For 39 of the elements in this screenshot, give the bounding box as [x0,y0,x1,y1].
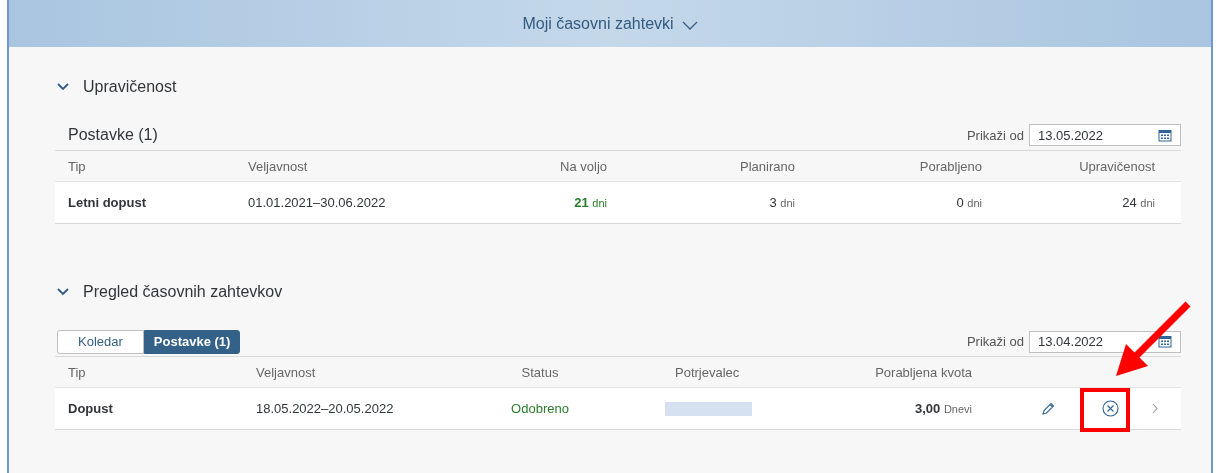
table-cell: 3 dni [769,195,795,210]
segment-tab[interactable]: Koledar [57,329,144,354]
section-title: Pregled časovnih zahtevkov [83,283,283,301]
calendar-icon[interactable] [1158,335,1172,348]
filter-label: Prikaži od [966,127,1024,143]
column-header: Na voljo [559,158,608,174]
column-header: Veljavnost [247,158,309,174]
chevron-icon[interactable] [57,83,69,91]
column-header: Potrjevalec [674,364,741,380]
table-cell: 24 dni [1122,195,1155,210]
table-cell-text: 18.05.2022–20.05.2022 [255,401,395,416]
chevron-down-icon [681,21,698,30]
table-cell-text: Dopust [67,401,114,416]
column-header: Tip [67,364,87,380]
highlight-frame [1080,388,1130,432]
chevron-icon[interactable] [57,288,69,296]
pencil-icon[interactable] [1040,401,1055,416]
table-title: Postavke (1) [68,126,159,144]
date-field[interactable]: 13.04.2022 [1029,330,1181,353]
column-header: Porabljena kvota [874,364,973,380]
date-field[interactable]: 13.05.2022 [1029,124,1181,146]
table-cell-text: Letni dopust [67,195,147,210]
column-header: Planirano [739,158,796,174]
table-cell: 0 dni [956,195,982,210]
segment-tab[interactable]: Postavke (1) [143,329,241,354]
column-header: Status [520,364,560,380]
filter-label: Prikaži od [966,334,1024,349]
app-title-menu[interactable]: Moji časovni zahtevki [516,10,704,37]
table-cell-text: 01.01.2021–30.06.2022 [247,195,387,210]
table-cell: 3,00 Dnevi [914,401,972,416]
column-header: Porabljeno [918,158,983,174]
status-text: Odobreno [511,401,569,416]
column-header: Veljavnost [255,364,317,380]
calendar-icon[interactable] [1158,128,1172,142]
cancel-icon[interactable] [1101,400,1119,417]
column-header: Tip [67,158,87,174]
column-header: Upravičenost [1078,158,1156,174]
table-cell: 21 dni [574,195,607,210]
section-title: Upravičenost [83,78,177,96]
